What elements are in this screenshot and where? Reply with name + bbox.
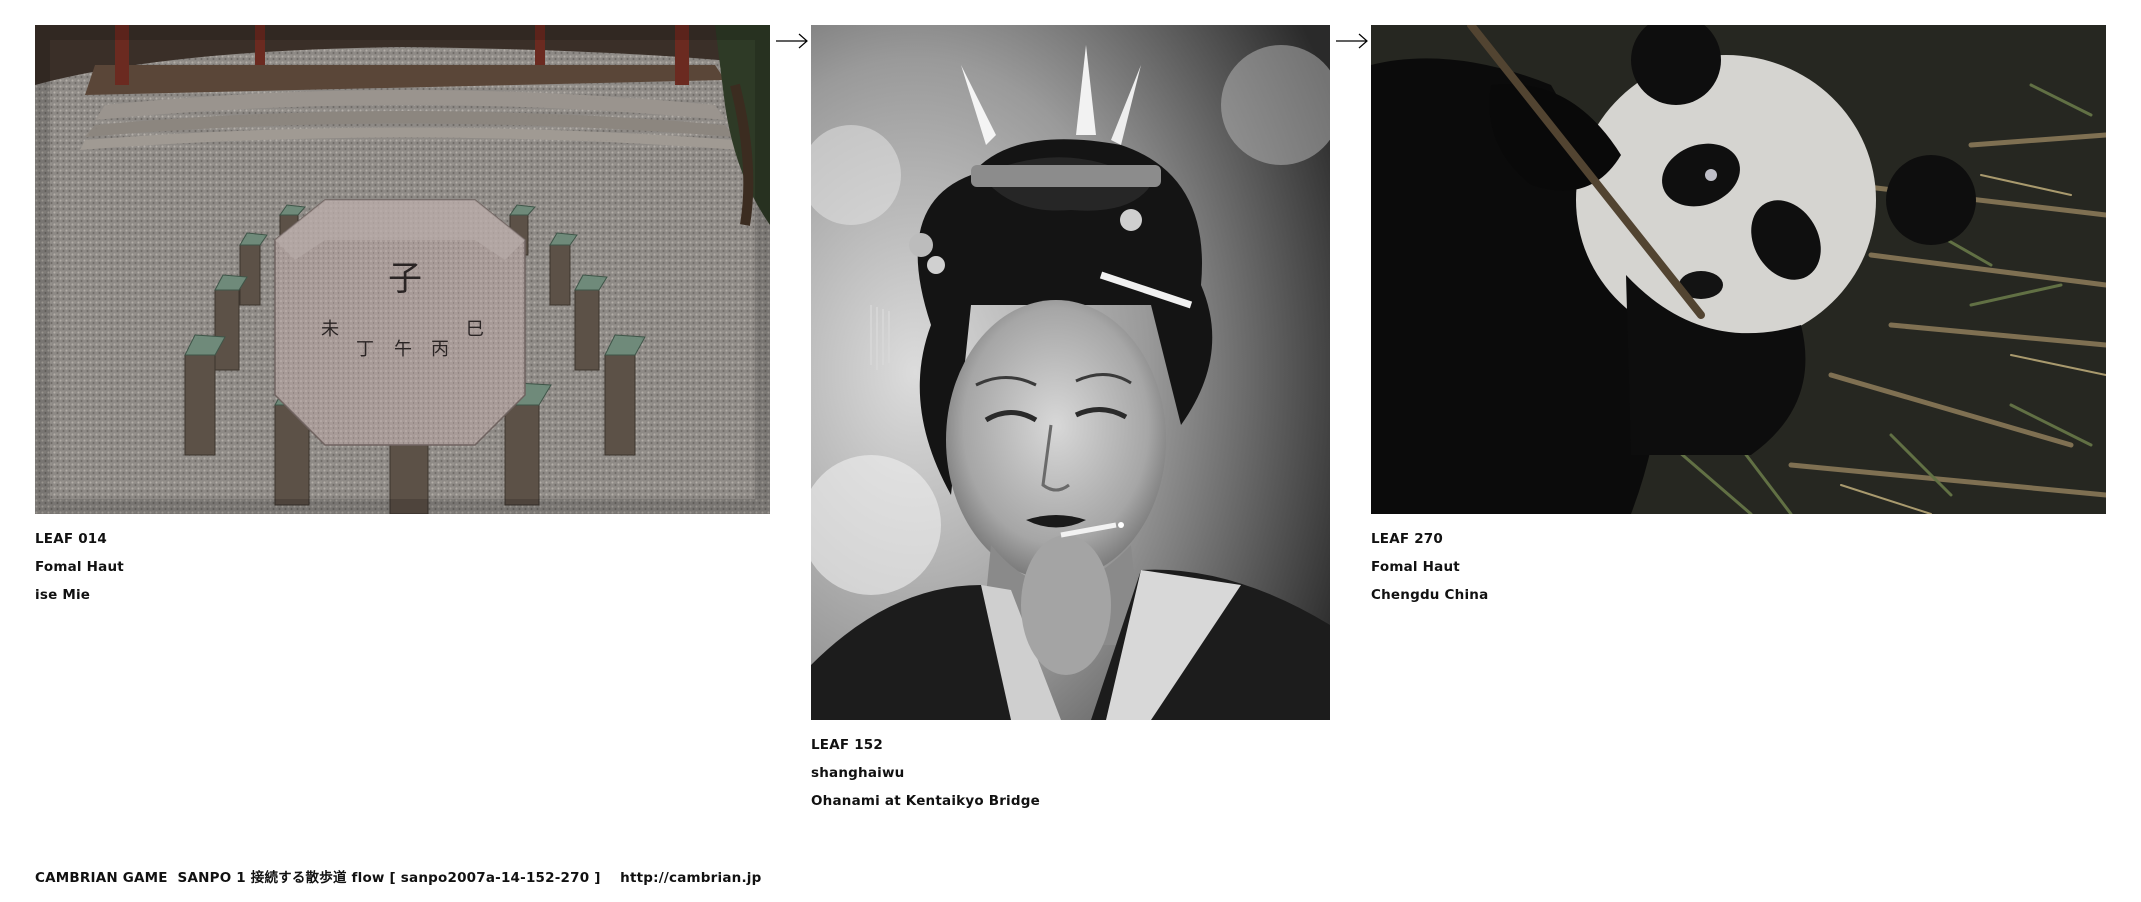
stone-char-1: 午 xyxy=(394,339,412,360)
leaf-author[interactable]: Fomal Haut xyxy=(35,553,770,581)
leaf-card-270[interactable]: LEAF 270 Fomal Haut Chengdu China xyxy=(1371,25,2106,609)
caption-152: LEAF 152 shanghaiwu Ohanami at Kentaikyo… xyxy=(811,731,1330,815)
leaf-author[interactable]: Fomal Haut xyxy=(1371,553,2106,581)
right-arrow-icon xyxy=(775,31,809,51)
stone-char-5: 未 xyxy=(321,319,339,340)
stone-char-2: 丙 xyxy=(431,339,449,360)
stone-char-3: 丁 xyxy=(356,339,374,360)
stone-char-4: 巳 xyxy=(466,319,484,340)
leaf-card-152[interactable]: LEAF 152 shanghaiwu Ohanami at Kentaikyo… xyxy=(811,25,1330,815)
right-arrow-icon xyxy=(1335,31,1369,51)
leaf-id[interactable]: LEAF 270 xyxy=(1371,525,2106,553)
leaf-location: Chengdu China xyxy=(1371,587,1489,603)
leaf-location: Ohanami at Kentaikyo Bridge xyxy=(811,793,1040,809)
leaf-location: ise Mie xyxy=(35,587,91,603)
footer-credit[interactable]: CAMBRIAN GAME SANPO 1 接続する散歩道 flow [ san… xyxy=(35,866,762,886)
photo-panda[interactable] xyxy=(1371,25,2106,514)
photo-geisha-portrait[interactable] xyxy=(811,25,1330,720)
caption-014: LEAF 014 Fomal Haut ise Mie xyxy=(35,525,770,609)
leaf-author[interactable]: shanghaiwu xyxy=(811,759,1330,787)
leaf-id[interactable]: LEAF 152 xyxy=(811,731,1330,759)
panda-image xyxy=(1371,25,2106,514)
geisha-portrait-image xyxy=(811,25,1330,720)
shrine-stone-image: 子 午 丙 丁 巳 未 xyxy=(35,25,770,514)
leaf-card-014[interactable]: 子 午 丙 丁 巳 未 LEAF 014 Fomal Haut ise Mie xyxy=(35,25,770,609)
photo-shrine-stone[interactable]: 子 午 丙 丁 巳 未 xyxy=(35,25,770,514)
stone-char-0: 子 xyxy=(388,259,422,299)
caption-270: LEAF 270 Fomal Haut Chengdu China xyxy=(1371,525,2106,609)
leaf-id[interactable]: LEAF 014 xyxy=(35,525,770,553)
